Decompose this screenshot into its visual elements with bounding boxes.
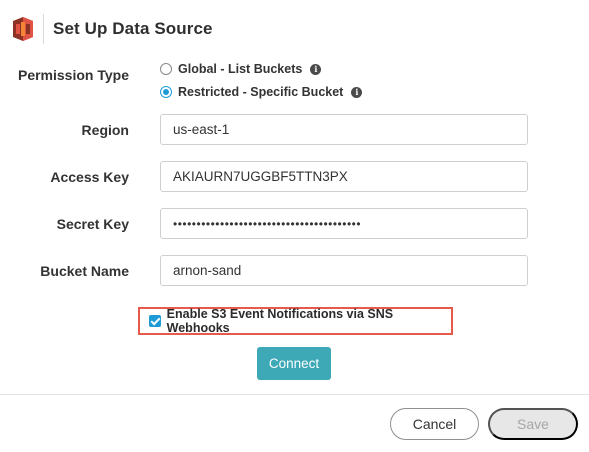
- radio-restricted-label: Restricted - Specific Bucket: [178, 85, 344, 99]
- cancel-button[interactable]: Cancel: [390, 408, 479, 440]
- region-label: Region: [81, 122, 129, 138]
- info-icon[interactable]: i: [310, 63, 322, 75]
- radio-option-restricted[interactable]: Restricted - Specific Bucket i: [160, 85, 363, 99]
- sns-notifications-highlight: Enable S3 Event Notifications via SNS We…: [138, 307, 453, 335]
- secret-key-input[interactable]: ••••••••••••••••••••••••••••••••••••••••: [160, 208, 528, 239]
- aws-s3-bucket-icon: [13, 17, 33, 41]
- access-key-input[interactable]: AKIAURN7UGGBF5TTN3PX: [160, 161, 528, 192]
- connect-button[interactable]: Connect: [257, 347, 331, 380]
- info-icon[interactable]: i: [351, 86, 363, 98]
- dialog-header: Set Up Data Source: [0, 0, 589, 58]
- radio-global[interactable]: [160, 63, 172, 75]
- dialog-title: Set Up Data Source: [53, 19, 213, 38]
- footer-divider: [0, 394, 589, 395]
- secret-key-label: Secret Key: [56, 216, 129, 232]
- sns-notifications-checkbox[interactable]: [149, 315, 161, 327]
- bucket-name-label: Bucket Name: [40, 263, 129, 279]
- save-button[interactable]: Save: [488, 408, 578, 440]
- bucket-name-input[interactable]: arnon-sand: [160, 255, 528, 286]
- region-input[interactable]: us-east-1: [160, 114, 528, 145]
- access-key-label: Access Key: [50, 169, 129, 185]
- sns-notifications-label[interactable]: Enable S3 Event Notifications via SNS We…: [167, 307, 451, 335]
- header-divider: [43, 14, 44, 44]
- radio-global-label: Global - List Buckets: [178, 62, 303, 76]
- radio-option-global[interactable]: Global - List Buckets i: [160, 62, 322, 76]
- radio-restricted[interactable]: [160, 86, 172, 98]
- permission-type-label: Permission Type: [17, 67, 129, 83]
